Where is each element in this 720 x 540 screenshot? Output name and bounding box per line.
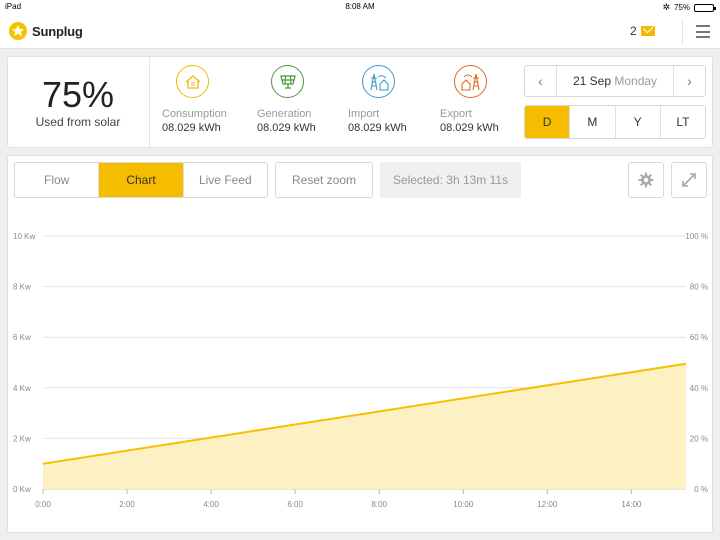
metric-import[interactable]: Import 08.029 kWh	[348, 65, 438, 134]
status-bar: iPad 8:08 AM ✲ 75%	[0, 0, 720, 14]
messages-button[interactable]: 2	[630, 24, 655, 38]
metric-label: Export	[440, 108, 472, 120]
x-tick-label: 12:00	[537, 500, 558, 509]
y-left-tick-label: 4 Kw	[13, 384, 31, 393]
y-left-tick-label: 10 Kw	[13, 232, 35, 241]
y-right-tick-label: 60 %	[690, 333, 708, 342]
metric-generation[interactable]: Generation 08.029 kWh	[257, 65, 347, 134]
period-day[interactable]: D	[525, 106, 570, 138]
app-header: Sunplug 2	[0, 14, 720, 49]
solar-panel-icon	[271, 65, 304, 98]
envelope-icon	[640, 26, 655, 36]
fullscreen-button[interactable]	[671, 162, 707, 198]
x-tick-label: 2:00	[119, 500, 135, 509]
current-date[interactable]: 21 Sep Monday	[557, 74, 673, 88]
prev-date-chevron-left-icon[interactable]: ‹	[525, 66, 557, 96]
metric-label: Consumption	[162, 108, 227, 120]
header-divider	[682, 20, 683, 44]
message-count: 2	[630, 24, 637, 38]
metric-label: Generation	[257, 108, 312, 120]
tab-live-feed[interactable]: Live Feed	[182, 163, 267, 197]
period-month[interactable]: M	[569, 106, 614, 138]
gear-icon	[638, 172, 654, 188]
x-tick-label: 14:00	[621, 500, 642, 509]
brand-name: Sunplug	[32, 23, 83, 39]
grid-import-icon	[362, 65, 395, 98]
bluetooth-icon: ✲	[662, 2, 670, 12]
hamburger-menu-icon[interactable]	[696, 25, 710, 38]
y-right-tick-label: 100 %	[685, 232, 708, 241]
date-day: 21 Sep	[572, 74, 611, 88]
period-year[interactable]: Y	[614, 106, 660, 138]
metric-value: 08.029 kWh	[348, 122, 407, 134]
y-left-tick-label: 0 Kw	[13, 485, 31, 494]
summary-divider	[149, 57, 150, 147]
status-time: 8:08 AM	[345, 2, 375, 11]
house-icon	[176, 65, 209, 98]
period-selector: D M Y LT	[524, 105, 706, 139]
metric-value: 08.029 kWh	[257, 122, 316, 134]
metric-consumption[interactable]: Consumption 08.029 kWh	[162, 65, 252, 134]
settings-button[interactable]	[628, 162, 664, 198]
x-tick-label: 0:00	[35, 500, 51, 509]
y-left-tick-label: 8 Kw	[13, 283, 31, 292]
view-tabs: Flow Chart Live Feed	[14, 162, 268, 198]
y-left-tick-label: 2 Kw	[13, 434, 31, 443]
y-left-tick-label: 6 Kw	[13, 333, 31, 342]
metric-value: 08.029 kWh	[440, 122, 499, 134]
energy-area-chart[interactable]: 0 Kw 0 % 2 Kw 20 % 4 Kw 40 % 6 Kw 60 % 8 Kw 80 % 1…	[8, 216, 712, 516]
grid-export-icon	[454, 65, 487, 98]
solar-usage-percent: 75%	[41, 74, 115, 115]
energy-summary-panel: 75% Used from solar Consumption 08.029 k…	[7, 56, 713, 148]
reset-zoom-button[interactable]: Reset zoom	[275, 162, 373, 198]
x-tick-label: 10:00	[453, 500, 474, 509]
app-logo[interactable]: Sunplug	[8, 21, 83, 41]
expand-icon	[682, 173, 696, 187]
status-right: ✲ 75%	[662, 2, 716, 13]
metric-value: 08.029 kWh	[162, 122, 221, 134]
y-right-tick-label: 80 %	[690, 283, 708, 292]
metric-label: Import	[348, 108, 380, 120]
battery-icon	[694, 3, 716, 12]
x-tick-label: 8:00	[371, 500, 387, 509]
battery-percent: 75%	[673, 3, 690, 12]
tab-chart[interactable]: Chart	[98, 163, 183, 197]
sun-logo-icon	[9, 22, 27, 40]
y-right-tick-label: 40 %	[690, 384, 708, 393]
tab-flow[interactable]: Flow	[15, 163, 98, 197]
y-right-tick-label: 20 %	[690, 434, 708, 443]
x-tick-label: 4:00	[203, 500, 219, 509]
next-date-chevron-right-icon[interactable]: ›	[673, 66, 705, 96]
y-right-tick-label: 0 %	[694, 485, 708, 494]
date-weekday: Monday	[614, 74, 658, 88]
period-lifetime[interactable]: LT	[659, 106, 705, 138]
metric-export[interactable]: Export 08.029 kWh	[440, 65, 530, 134]
chart-panel: Flow Chart Live Feed Reset zoom Selected…	[7, 155, 713, 533]
solar-usage-label: Used from solar	[35, 115, 121, 129]
date-picker: ‹ 21 Sep Monday ›	[524, 65, 706, 97]
selected-duration: Selected: 3h 13m 11s	[380, 162, 521, 198]
x-tick-label: 6:00	[287, 500, 303, 509]
series-area	[43, 363, 686, 489]
